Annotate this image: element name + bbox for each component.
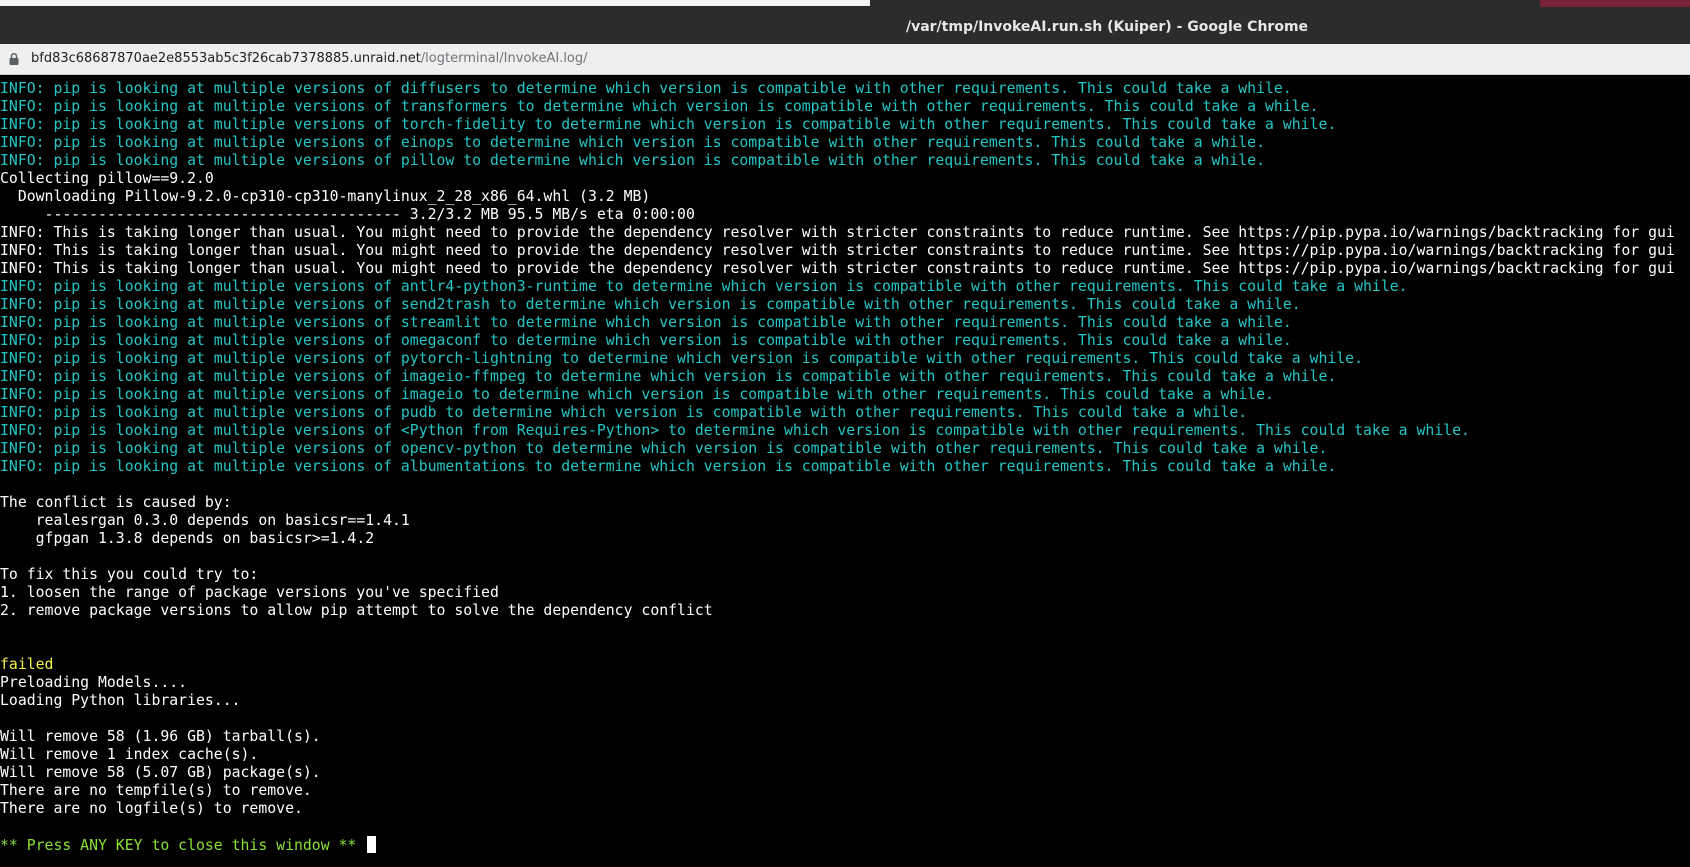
window-titlebar[interactable]: /var/tmp/InvokeAI.run.sh (Kuiper) - Goog… <box>0 7 1690 44</box>
terminal-line: There are no logfile(s) to remove. <box>0 800 303 817</box>
close-prompt-text: ** Press ANY KEY to close this window ** <box>0 837 366 854</box>
terminal-line: There are no tempfile(s) to remove. <box>0 782 312 799</box>
terminal-line: 2. remove package versions to allow pip … <box>0 602 713 619</box>
terminal-line: INFO: pip is looking at multiple version… <box>0 278 1408 295</box>
close-prompt-line: ** Press ANY KEY to close this window ** <box>0 836 1690 854</box>
terminal-line: INFO: pip is looking at multiple version… <box>0 314 1292 331</box>
terminal-line: ----------------------------------------… <box>0 206 695 223</box>
terminal-line: INFO: pip is looking at multiple version… <box>0 80 1292 97</box>
terminal-line: INFO: This is taking longer than usual. … <box>0 242 1675 259</box>
terminal-line: INFO: pip is looking at multiple version… <box>0 116 1337 133</box>
terminal-line: INFO: pip is looking at multiple version… <box>0 422 1470 439</box>
terminal-line: INFO: pip is looking at multiple version… <box>0 98 1319 115</box>
terminal-line: INFO: pip is looking at multiple version… <box>0 386 1274 403</box>
terminal-line: Collecting pillow==9.2.0 <box>0 170 214 187</box>
terminal-line: INFO: pip is looking at multiple version… <box>0 440 1328 457</box>
address-bar[interactable]: bfd83c68687870ae2e8553ab5c3f26cab7378885… <box>0 44 1690 75</box>
terminal-line: To fix this you could try to: <box>0 566 259 583</box>
terminal-line: INFO: pip is looking at multiple version… <box>0 350 1363 367</box>
terminal-line: Will remove 1 index cache(s). <box>0 746 259 763</box>
url-text[interactable]: bfd83c68687870ae2e8553ab5c3f26cab7378885… <box>31 44 588 74</box>
window-top-strip <box>0 0 1690 7</box>
terminal-line: INFO: This is taking longer than usual. … <box>0 224 1675 241</box>
terminal-line: INFO: This is taking longer than usual. … <box>0 260 1675 277</box>
terminal-line: INFO: pip is looking at multiple version… <box>0 458 1337 475</box>
terminal-line: Preloading Models.... <box>0 674 188 691</box>
url-path: /logterminal/InvokeAI.log/ <box>420 51 588 66</box>
lock-icon <box>9 52 19 65</box>
terminal-line: INFO: pip is looking at multiple version… <box>0 296 1301 313</box>
terminal-output[interactable]: INFO: pip is looking at multiple version… <box>0 80 1690 867</box>
terminal-cursor[interactable] <box>367 836 377 853</box>
window-title: /var/tmp/InvokeAI.run.sh (Kuiper) - Goog… <box>905 19 1309 35</box>
terminal-line: INFO: pip is looking at multiple version… <box>0 152 1266 169</box>
url-host: bfd83c68687870ae2e8553ab5c3f26cab7378885… <box>31 51 421 66</box>
terminal-line: The conflict is caused by: <box>0 494 232 511</box>
top-strip-highlight <box>0 0 870 6</box>
terminal-line: INFO: pip is looking at multiple version… <box>0 332 1292 349</box>
terminal-line: INFO: pip is looking at multiple version… <box>0 404 1248 421</box>
terminal-line: gfpgan 1.3.8 depends on basicsr>=1.4.2 <box>0 530 375 547</box>
terminal-line: INFO: pip is looking at multiple version… <box>0 134 1266 151</box>
terminal-line: Will remove 58 (5.07 GB) package(s). <box>0 764 321 781</box>
terminal-line: INFO: pip is looking at multiple version… <box>0 368 1337 385</box>
top-strip-accent <box>1540 0 1690 7</box>
terminal-line: Downloading Pillow-9.2.0-cp310-cp310-man… <box>0 188 651 205</box>
terminal-line: failed <box>0 656 54 673</box>
terminal-line: realesrgan 0.3.0 depends on basicsr==1.4… <box>0 512 410 529</box>
terminal-line: Loading Python libraries... <box>0 692 241 709</box>
terminal-line: 1. loosen the range of package versions … <box>0 584 499 601</box>
terminal-line: Will remove 58 (1.96 GB) tarball(s). <box>0 728 321 745</box>
